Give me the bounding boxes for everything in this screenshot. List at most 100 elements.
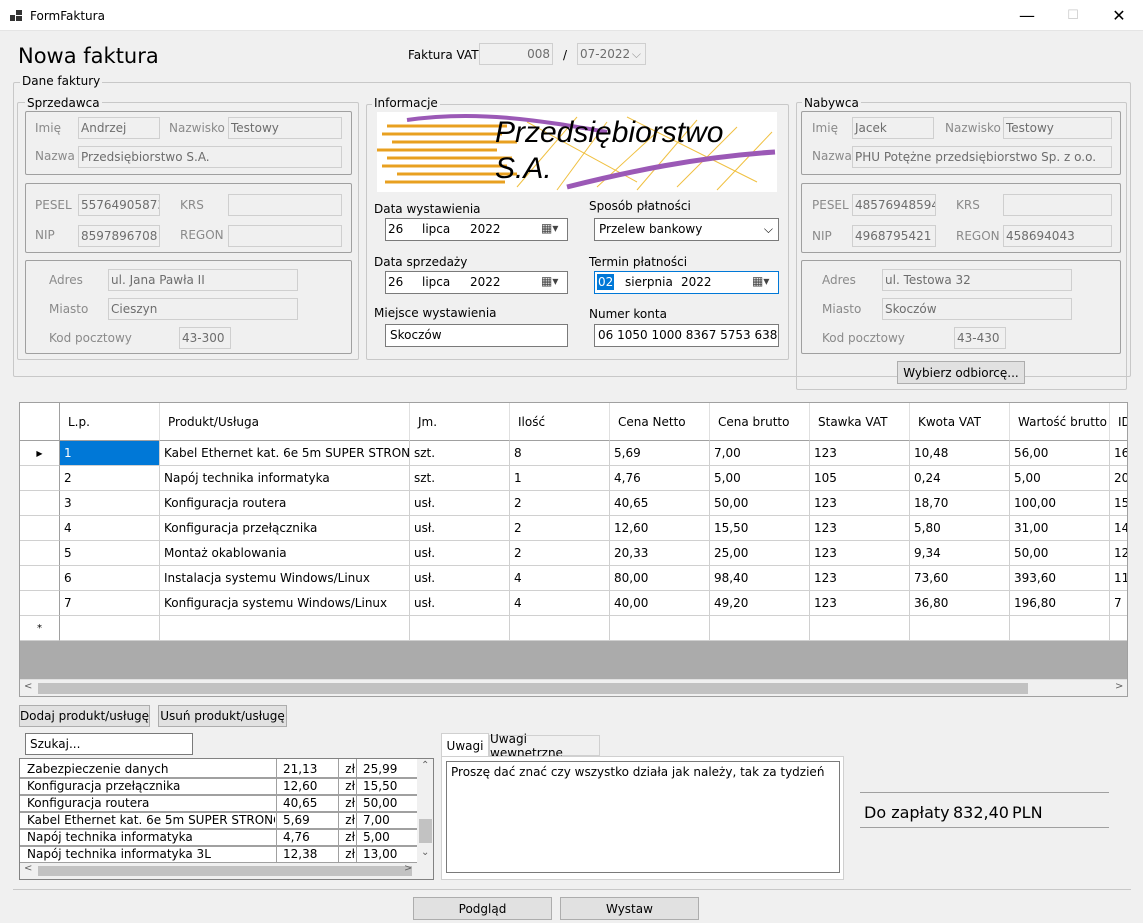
- table-cell[interactable]: 2: [510, 491, 610, 516]
- table-cell[interactable]: 73,60: [910, 566, 1010, 591]
- table-cell[interactable]: 25,00: [710, 541, 810, 566]
- scroll-right-icon[interactable]: >: [404, 863, 412, 874]
- column-header[interactable]: Jm.: [410, 403, 510, 441]
- new-row-cell[interactable]: [160, 616, 410, 641]
- table-cell[interactable]: 2: [510, 516, 610, 541]
- issue-button[interactable]: Wystaw: [560, 897, 699, 920]
- table-cell[interactable]: Konfiguracja systemu Windows/Linux: [160, 591, 410, 616]
- column-header[interactable]: L.p.: [60, 403, 160, 441]
- column-header[interactable]: Stawka VAT: [810, 403, 910, 441]
- table-cell[interactable]: 1: [510, 466, 610, 491]
- table-cell[interactable]: 123: [810, 591, 910, 616]
- maximize-button[interactable]: ☐: [1050, 0, 1096, 31]
- table-cell[interactable]: 40,65: [610, 491, 710, 516]
- scroll-down-icon[interactable]: ⌄: [421, 847, 429, 858]
- product-list[interactable]: Zabezpieczenie danych 21,13 zł 25,99 Konfigu…: [19, 758, 434, 880]
- scroll-right-icon[interactable]: >: [1115, 681, 1123, 692]
- invoice-period-select[interactable]: 07-2022 ⌵: [577, 43, 646, 65]
- table-cell[interactable]: Konfiguracja przełącznika: [160, 516, 410, 541]
- buyer-krs-field[interactable]: [1003, 194, 1112, 216]
- place-field[interactable]: Skoczów: [385, 324, 568, 347]
- table-cell[interactable]: Instalacja systemu Windows/Linux: [160, 566, 410, 591]
- buyer-regon-field[interactable]: 458694043: [1003, 225, 1112, 247]
- table-cell[interactable]: 4: [510, 566, 610, 591]
- table-cell[interactable]: 31,00: [1010, 516, 1110, 541]
- table-cell[interactable]: szt.: [410, 466, 510, 491]
- table-cell[interactable]: 3: [60, 491, 160, 516]
- table-cell[interactable]: 49,20: [710, 591, 810, 616]
- table-cell[interactable]: 50,00: [1010, 541, 1110, 566]
- buyer-imie-field[interactable]: Jacek: [852, 117, 934, 139]
- table-cell[interactable]: usł.: [410, 516, 510, 541]
- table-cell[interactable]: 15,50: [710, 516, 810, 541]
- buyer-nazwa-field[interactable]: PHU Potężne przedsiębiorstwo Sp. z o.o.: [852, 146, 1112, 168]
- table-cell[interactable]: usł.: [410, 541, 510, 566]
- add-product-button[interactable]: Dodaj produkt/usługę: [19, 705, 150, 727]
- new-row-cell[interactable]: [910, 616, 1010, 641]
- new-row-cell[interactable]: [810, 616, 910, 641]
- table-cell[interactable]: usł.: [410, 566, 510, 591]
- tab-internal-notes[interactable]: Uwagi wewnętrzne: [489, 732, 600, 760]
- table-cell[interactable]: 123: [810, 541, 910, 566]
- table-cell[interactable]: 123: [810, 441, 910, 466]
- seller-adres-field[interactable]: ul. Jana Pawła II: [108, 269, 298, 291]
- due-date-picker[interactable]: 02 sierpnia 2022 ▦▾: [594, 271, 779, 294]
- table-cell[interactable]: 56,00: [1010, 441, 1110, 466]
- table-cell[interactable]: 6: [60, 566, 160, 591]
- table-cell[interactable]: 18,70: [910, 491, 1010, 516]
- row-header[interactable]: ▶: [20, 441, 60, 466]
- scroll-up-icon[interactable]: ⌃: [421, 760, 429, 771]
- row-header[interactable]: [20, 466, 60, 491]
- table-cell[interactable]: 36,80: [910, 591, 1010, 616]
- row-header[interactable]: [20, 516, 60, 541]
- table-cell[interactable]: 123: [810, 566, 910, 591]
- table-cell[interactable]: 7: [60, 591, 160, 616]
- seller-nazwa-field[interactable]: Przedsiębiorstwo S.A.: [78, 146, 342, 168]
- table-cell[interactable]: 0,24: [910, 466, 1010, 491]
- table-cell[interactable]: 5,00: [710, 466, 810, 491]
- buyer-nip-field[interactable]: 4968795421: [852, 225, 936, 247]
- table-cell[interactable]: 2: [510, 541, 610, 566]
- table-cell[interactable]: 1: [60, 441, 160, 466]
- table-cell[interactable]: 16: [1110, 441, 1127, 466]
- table-cell[interactable]: 20: [1110, 466, 1127, 491]
- table-cell[interactable]: 7,00: [710, 441, 810, 466]
- horizontal-scrollbar[interactable]: < >: [20, 679, 1127, 696]
- issue-date-picker[interactable]: 26 lipca 2022 ▦▾: [385, 218, 568, 241]
- column-header[interactable]: ID: [1110, 403, 1127, 441]
- seller-kod-field[interactable]: 43-300: [179, 327, 231, 349]
- table-cell[interactable]: 5: [60, 541, 160, 566]
- table-cell[interactable]: 4: [510, 591, 610, 616]
- table-cell[interactable]: 100,00: [1010, 491, 1110, 516]
- scrollbar-thumb[interactable]: [38, 866, 412, 876]
- table-cell[interactable]: 80,00: [610, 566, 710, 591]
- seller-miasto-field[interactable]: Cieszyn: [108, 298, 298, 320]
- table-cell[interactable]: Kabel Ethernet kat. 6e 5m SUPER STRONG: [160, 441, 410, 466]
- table-cell[interactable]: usł.: [410, 491, 510, 516]
- invoice-items-grid[interactable]: L.p. Produkt/Usługa Jm. Ilość Cena Netto Cena…: [19, 402, 1128, 697]
- calendar-icon[interactable]: ▦▾: [541, 274, 558, 288]
- calendar-icon[interactable]: ▦▾: [541, 221, 558, 235]
- vertical-scrollbar[interactable]: ⌃ ⌄: [417, 759, 433, 863]
- scrollbar-thumb[interactable]: [38, 683, 1028, 694]
- list-horizontal-scrollbar[interactable]: < >: [20, 863, 433, 879]
- column-header[interactable]: Cena brutto: [710, 403, 810, 441]
- invoice-number-field[interactable]: 008: [479, 43, 553, 65]
- row-header[interactable]: [20, 491, 60, 516]
- table-cell[interactable]: 2: [60, 466, 160, 491]
- table-cell[interactable]: 15: [1110, 491, 1127, 516]
- scroll-left-icon[interactable]: <: [24, 681, 32, 692]
- due-date-day[interactable]: 02: [597, 274, 615, 290]
- table-cell[interactable]: 40,00: [610, 591, 710, 616]
- payment-method-select[interactable]: Przelew bankowy ⌵: [594, 218, 779, 241]
- table-cell[interactable]: 50,00: [710, 491, 810, 516]
- scrollbar-thumb[interactable]: [419, 819, 432, 843]
- table-cell[interactable]: 20,33: [610, 541, 710, 566]
- choose-buyer-button[interactable]: Wybierz odbiorcę...: [897, 361, 1025, 384]
- row-header[interactable]: [20, 566, 60, 591]
- row-header[interactable]: [20, 591, 60, 616]
- table-cell[interactable]: 123: [810, 516, 910, 541]
- table-cell[interactable]: 5,80: [910, 516, 1010, 541]
- row-header[interactable]: *: [20, 616, 60, 641]
- new-row-cell[interactable]: [410, 616, 510, 641]
